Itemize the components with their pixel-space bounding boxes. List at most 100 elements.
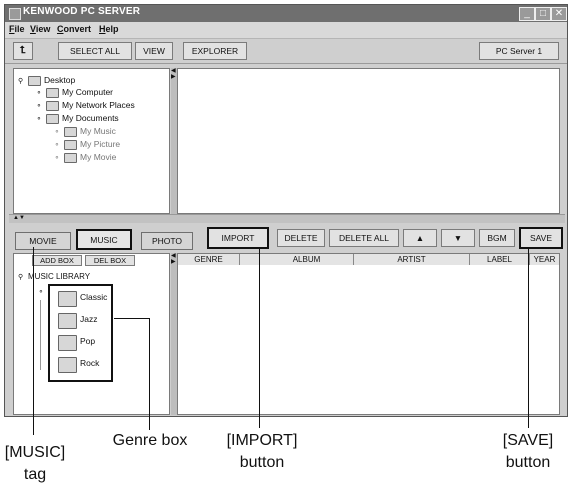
tree-node-my-computer[interactable]: ⚬ My Computer <box>36 87 113 98</box>
expand-icon[interactable]: ⚬ <box>54 154 61 162</box>
tab-music[interactable]: MUSIC <box>76 229 132 250</box>
app-window: KENWOOD PC SERVER _ □ ✕ File View Conver… <box>4 4 568 417</box>
callout-import-line1: [IMPORT] <box>226 432 298 449</box>
column-blank[interactable] <box>240 254 260 265</box>
library-root-label: MUSIC LIBRARY <box>28 272 91 281</box>
tab-photo[interactable]: PHOTO <box>141 232 193 250</box>
tree-label: My Music <box>80 126 116 136</box>
expand-icon[interactable]: ⚬ <box>36 89 43 97</box>
callout-line-genre-v <box>149 318 150 430</box>
expand-icon[interactable]: ⚬ <box>36 115 43 123</box>
bgm-button[interactable]: BGM <box>479 229 515 247</box>
expand-icon[interactable]: ⚬ <box>36 102 43 110</box>
table-header: GENRE ALBUM ARTIST LABEL YEAR <box>178 254 559 265</box>
tree-label: My Movie <box>80 152 117 162</box>
expand-icon[interactable]: ⚬ <box>38 288 44 296</box>
splitter-arrows-icon[interactable]: ◀ ▶ <box>171 253 176 265</box>
callout-save-line1: [SAVE] <box>502 432 554 449</box>
tree-guide-line <box>40 300 41 370</box>
server-label: PC Server 1 <box>479 42 559 60</box>
callout-line-save <box>528 248 529 428</box>
tree-label: My Computer <box>62 87 114 97</box>
tree-node-my-music[interactable]: ⚬ My Music <box>54 126 116 137</box>
explorer-button[interactable]: EXPLORER <box>183 42 247 60</box>
genre-label: Pop <box>80 336 96 346</box>
tree-label: My Picture <box>80 139 121 149</box>
callout-music-tag: [MUSIC] tag <box>0 442 70 486</box>
callout-save-line2: button <box>505 454 551 471</box>
folder-icon <box>64 126 77 137</box>
splitter-arrows-icon[interactable]: ◀ ▶ <box>171 68 176 80</box>
folder-icon <box>46 100 59 111</box>
save-button[interactable]: SAVE <box>519 227 563 249</box>
music-library-root[interactable]: ⚲ MUSIC LIBRARY <box>18 272 90 283</box>
column-label[interactable]: LABEL <box>470 254 530 265</box>
menu-view-rest: iew <box>35 24 51 34</box>
expand-icon[interactable]: ⚲ <box>18 273 25 281</box>
callout-import-button: [IMPORT] button <box>222 430 302 474</box>
callout-line-music <box>33 247 34 435</box>
up-folder-icon[interactable]: ⮤ <box>13 42 33 60</box>
window-title: KENWOOD PC SERVER <box>23 6 141 17</box>
column-genre[interactable]: GENRE <box>178 254 240 265</box>
menu-convert-rest: onvert <box>63 24 92 34</box>
tree-node-desktop[interactable]: ⚲ Desktop <box>18 75 75 86</box>
callout-music-tag-line2: tag <box>23 466 47 483</box>
track-table: GENRE ALBUM ARTIST LABEL YEAR <box>177 253 560 415</box>
folder-icon <box>58 313 77 329</box>
del-box-button[interactable]: DEL BOX <box>85 255 135 266</box>
expand-icon[interactable]: ⚲ <box>18 77 25 85</box>
move-up-button[interactable]: ▲ <box>403 229 437 247</box>
add-box-button[interactable]: ADD BOX <box>32 255 82 266</box>
maximize-icon[interactable]: □ <box>535 7 551 21</box>
column-album[interactable]: ALBUM <box>260 254 354 265</box>
import-button[interactable]: IMPORT <box>207 227 269 249</box>
menu-help[interactable]: Help <box>99 24 119 34</box>
folder-icon <box>58 357 77 373</box>
genre-label: Rock <box>80 358 100 368</box>
menu-convert[interactable]: Convert <box>57 24 91 34</box>
menu-help-rest: elp <box>105 24 119 34</box>
music-library-pane: ADD BOX DEL BOX ⚲ MUSIC LIBRARY ⚬ Classic… <box>13 253 170 415</box>
horizontal-splitter[interactable]: ▲▼ <box>9 214 565 223</box>
folder-icon <box>58 335 77 351</box>
move-down-button[interactable]: ▼ <box>441 229 475 247</box>
column-year[interactable]: YEAR <box>530 254 559 265</box>
folder-tree: ⚲ Desktop ⚬ My Computer ⚬ My Network Places… <box>13 68 170 214</box>
close-icon[interactable]: ✕ <box>551 7 567 21</box>
genre-label: Jazz <box>80 314 98 324</box>
folder-icon <box>46 113 59 124</box>
menu-view[interactable]: View <box>30 24 50 34</box>
callout-save-button: [SAVE] button <box>488 430 568 474</box>
toolbar: ⮤ SELECT ALL VIEW EXPLORER PC Server 1 <box>5 38 567 64</box>
folder-icon <box>64 139 77 150</box>
tree-label: My Network Places <box>62 100 135 110</box>
title-bar: KENWOOD PC SERVER _ □ ✕ <box>5 5 567 22</box>
tree-node-my-network-places[interactable]: ⚬ My Network Places <box>36 100 135 111</box>
folder-icon <box>46 87 59 98</box>
tree-label: Desktop <box>44 75 76 85</box>
folder-icon <box>64 152 77 163</box>
splitter-arrows-icon[interactable]: ▲▼ <box>13 215 25 221</box>
menu-file[interactable]: File <box>9 24 25 34</box>
menu-file-rest: ile <box>14 24 25 34</box>
file-list-pane[interactable] <box>177 68 560 214</box>
genre-box[interactable]: Classic Jazz Pop Rock <box>48 284 113 382</box>
callout-genre-box: Genre box <box>112 432 188 449</box>
minimize-icon[interactable]: _ <box>519 7 535 21</box>
tab-movie[interactable]: MOVIE <box>15 232 71 250</box>
tree-node-my-picture[interactable]: ⚬ My Picture <box>54 139 120 150</box>
folder-icon <box>28 75 41 86</box>
delete-button[interactable]: DELETE <box>277 229 325 247</box>
genre-label: Classic <box>80 292 108 302</box>
delete-all-button[interactable]: DELETE ALL <box>329 229 399 247</box>
column-artist[interactable]: ARTIST <box>354 254 470 265</box>
callout-music-tag-line1: [MUSIC] <box>4 444 66 461</box>
expand-icon[interactable]: ⚬ <box>54 128 61 136</box>
expand-icon[interactable]: ⚬ <box>54 141 61 149</box>
view-button[interactable]: VIEW <box>135 42 173 60</box>
tree-node-my-movie[interactable]: ⚬ My Movie <box>54 152 116 163</box>
select-all-button[interactable]: SELECT ALL <box>58 42 132 60</box>
tree-node-my-documents[interactable]: ⚬ My Documents <box>36 113 119 124</box>
app-icon <box>9 8 21 20</box>
